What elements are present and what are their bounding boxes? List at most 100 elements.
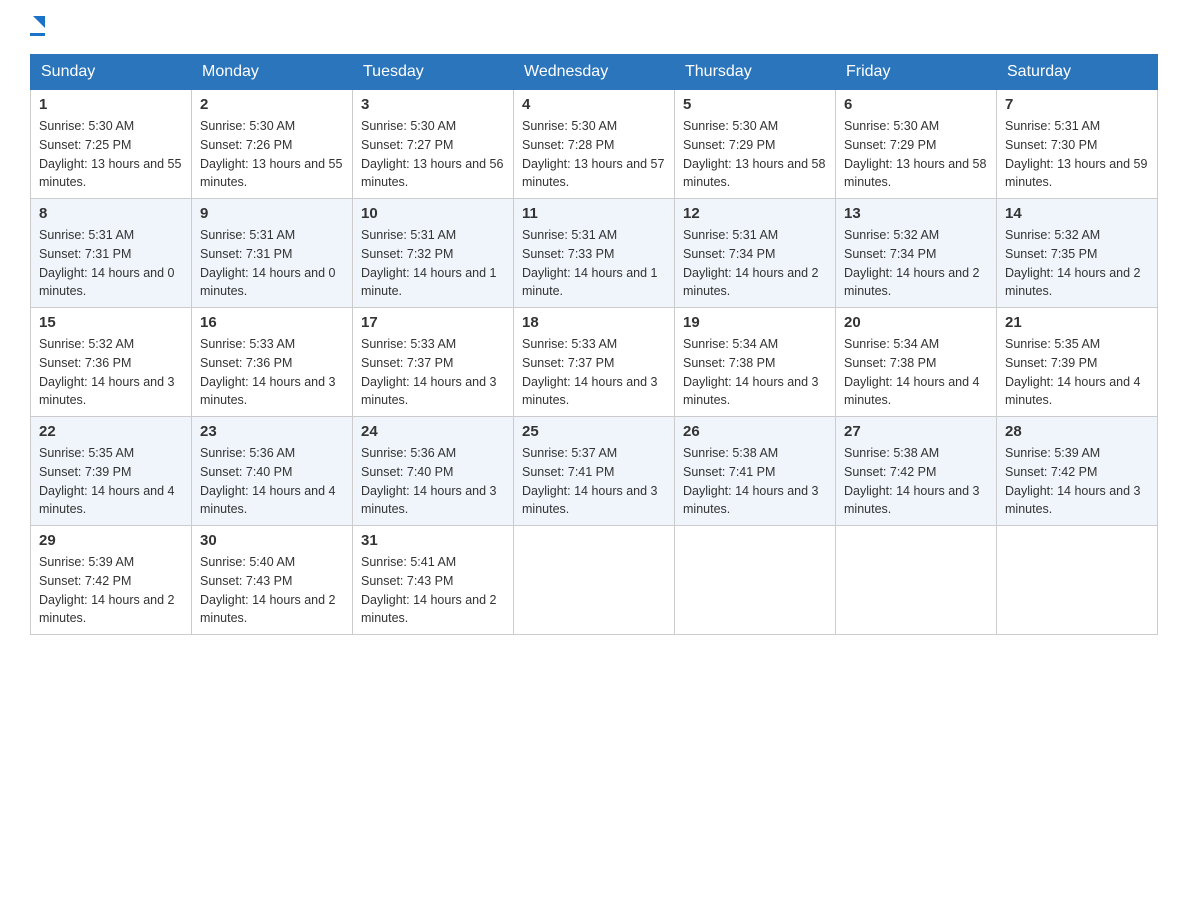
day-info: Sunrise: 5:30 AMSunset: 7:25 PMDaylight:… (39, 117, 183, 192)
day-number: 5 (683, 96, 827, 113)
day-number: 22 (39, 423, 183, 440)
day-number: 24 (361, 423, 505, 440)
day-number: 28 (1005, 423, 1149, 440)
day-info: Sunrise: 5:36 AMSunset: 7:40 PMDaylight:… (361, 444, 505, 519)
day-number: 6 (844, 96, 988, 113)
calendar-cell: 30 Sunrise: 5:40 AMSunset: 7:43 PMDaylig… (192, 526, 353, 635)
logo (30, 20, 45, 36)
calendar-cell: 21 Sunrise: 5:35 AMSunset: 7:39 PMDaylig… (997, 308, 1158, 417)
day-number: 18 (522, 314, 666, 331)
day-number: 16 (200, 314, 344, 331)
day-info: Sunrise: 5:39 AMSunset: 7:42 PMDaylight:… (1005, 444, 1149, 519)
day-info: Sunrise: 5:34 AMSunset: 7:38 PMDaylight:… (683, 335, 827, 410)
calendar-cell: 29 Sunrise: 5:39 AMSunset: 7:42 PMDaylig… (31, 526, 192, 635)
weekday-header-saturday: Saturday (997, 55, 1158, 90)
day-number: 9 (200, 205, 344, 222)
day-info: Sunrise: 5:35 AMSunset: 7:39 PMDaylight:… (39, 444, 183, 519)
day-number: 19 (683, 314, 827, 331)
calendar-week-row: 8 Sunrise: 5:31 AMSunset: 7:31 PMDayligh… (31, 199, 1158, 308)
day-number: 12 (683, 205, 827, 222)
day-number: 14 (1005, 205, 1149, 222)
day-info: Sunrise: 5:31 AMSunset: 7:34 PMDaylight:… (683, 226, 827, 301)
calendar-cell: 22 Sunrise: 5:35 AMSunset: 7:39 PMDaylig… (31, 417, 192, 526)
day-info: Sunrise: 5:30 AMSunset: 7:29 PMDaylight:… (683, 117, 827, 192)
day-info: Sunrise: 5:31 AMSunset: 7:30 PMDaylight:… (1005, 117, 1149, 192)
day-number: 13 (844, 205, 988, 222)
day-number: 30 (200, 532, 344, 549)
day-info: Sunrise: 5:32 AMSunset: 7:35 PMDaylight:… (1005, 226, 1149, 301)
calendar-cell: 31 Sunrise: 5:41 AMSunset: 7:43 PMDaylig… (353, 526, 514, 635)
day-number: 25 (522, 423, 666, 440)
day-number: 15 (39, 314, 183, 331)
calendar-cell: 15 Sunrise: 5:32 AMSunset: 7:36 PMDaylig… (31, 308, 192, 417)
day-info: Sunrise: 5:37 AMSunset: 7:41 PMDaylight:… (522, 444, 666, 519)
calendar-cell: 28 Sunrise: 5:39 AMSunset: 7:42 PMDaylig… (997, 417, 1158, 526)
day-info: Sunrise: 5:38 AMSunset: 7:41 PMDaylight:… (683, 444, 827, 519)
day-number: 20 (844, 314, 988, 331)
day-info: Sunrise: 5:38 AMSunset: 7:42 PMDaylight:… (844, 444, 988, 519)
calendar-cell: 3 Sunrise: 5:30 AMSunset: 7:27 PMDayligh… (353, 90, 514, 199)
calendar-cell: 5 Sunrise: 5:30 AMSunset: 7:29 PMDayligh… (675, 90, 836, 199)
calendar-cell: 1 Sunrise: 5:30 AMSunset: 7:25 PMDayligh… (31, 90, 192, 199)
calendar-cell: 26 Sunrise: 5:38 AMSunset: 7:41 PMDaylig… (675, 417, 836, 526)
day-info: Sunrise: 5:40 AMSunset: 7:43 PMDaylight:… (200, 553, 344, 628)
calendar-cell: 10 Sunrise: 5:31 AMSunset: 7:32 PMDaylig… (353, 199, 514, 308)
calendar-cell: 11 Sunrise: 5:31 AMSunset: 7:33 PMDaylig… (514, 199, 675, 308)
calendar-cell (997, 526, 1158, 635)
calendar-cell: 27 Sunrise: 5:38 AMSunset: 7:42 PMDaylig… (836, 417, 997, 526)
weekday-header-tuesday: Tuesday (353, 55, 514, 90)
day-number: 11 (522, 205, 666, 222)
calendar-cell: 13 Sunrise: 5:32 AMSunset: 7:34 PMDaylig… (836, 199, 997, 308)
calendar-cell: 25 Sunrise: 5:37 AMSunset: 7:41 PMDaylig… (514, 417, 675, 526)
day-info: Sunrise: 5:30 AMSunset: 7:28 PMDaylight:… (522, 117, 666, 192)
day-info: Sunrise: 5:34 AMSunset: 7:38 PMDaylight:… (844, 335, 988, 410)
calendar-cell: 7 Sunrise: 5:31 AMSunset: 7:30 PMDayligh… (997, 90, 1158, 199)
calendar-cell: 24 Sunrise: 5:36 AMSunset: 7:40 PMDaylig… (353, 417, 514, 526)
day-info: Sunrise: 5:30 AMSunset: 7:26 PMDaylight:… (200, 117, 344, 192)
day-number: 26 (683, 423, 827, 440)
day-number: 31 (361, 532, 505, 549)
calendar-cell: 4 Sunrise: 5:30 AMSunset: 7:28 PMDayligh… (514, 90, 675, 199)
weekday-header-monday: Monday (192, 55, 353, 90)
calendar-cell: 6 Sunrise: 5:30 AMSunset: 7:29 PMDayligh… (836, 90, 997, 199)
weekday-header-thursday: Thursday (675, 55, 836, 90)
calendar-cell: 9 Sunrise: 5:31 AMSunset: 7:31 PMDayligh… (192, 199, 353, 308)
calendar-cell: 20 Sunrise: 5:34 AMSunset: 7:38 PMDaylig… (836, 308, 997, 417)
calendar-week-row: 22 Sunrise: 5:35 AMSunset: 7:39 PMDaylig… (31, 417, 1158, 526)
day-number: 27 (844, 423, 988, 440)
day-info: Sunrise: 5:32 AMSunset: 7:36 PMDaylight:… (39, 335, 183, 410)
calendar-cell (514, 526, 675, 635)
day-number: 7 (1005, 96, 1149, 113)
day-number: 29 (39, 532, 183, 549)
weekday-header-friday: Friday (836, 55, 997, 90)
calendar-cell: 14 Sunrise: 5:32 AMSunset: 7:35 PMDaylig… (997, 199, 1158, 308)
day-info: Sunrise: 5:35 AMSunset: 7:39 PMDaylight:… (1005, 335, 1149, 410)
calendar-cell: 2 Sunrise: 5:30 AMSunset: 7:26 PMDayligh… (192, 90, 353, 199)
day-info: Sunrise: 5:32 AMSunset: 7:34 PMDaylight:… (844, 226, 988, 301)
calendar-cell: 19 Sunrise: 5:34 AMSunset: 7:38 PMDaylig… (675, 308, 836, 417)
calendar-cell: 23 Sunrise: 5:36 AMSunset: 7:40 PMDaylig… (192, 417, 353, 526)
day-number: 2 (200, 96, 344, 113)
day-info: Sunrise: 5:33 AMSunset: 7:36 PMDaylight:… (200, 335, 344, 410)
day-info: Sunrise: 5:31 AMSunset: 7:31 PMDaylight:… (39, 226, 183, 301)
day-info: Sunrise: 5:39 AMSunset: 7:42 PMDaylight:… (39, 553, 183, 628)
calendar-cell: 12 Sunrise: 5:31 AMSunset: 7:34 PMDaylig… (675, 199, 836, 308)
weekday-header-row: SundayMondayTuesdayWednesdayThursdayFrid… (31, 55, 1158, 90)
day-info: Sunrise: 5:36 AMSunset: 7:40 PMDaylight:… (200, 444, 344, 519)
day-info: Sunrise: 5:30 AMSunset: 7:29 PMDaylight:… (844, 117, 988, 192)
logo-underline (30, 33, 45, 36)
page-header (30, 20, 1158, 36)
calendar-cell: 8 Sunrise: 5:31 AMSunset: 7:31 PMDayligh… (31, 199, 192, 308)
day-info: Sunrise: 5:33 AMSunset: 7:37 PMDaylight:… (361, 335, 505, 410)
day-number: 23 (200, 423, 344, 440)
calendar-week-row: 29 Sunrise: 5:39 AMSunset: 7:42 PMDaylig… (31, 526, 1158, 635)
weekday-header-sunday: Sunday (31, 55, 192, 90)
calendar-table: SundayMondayTuesdayWednesdayThursdayFrid… (30, 54, 1158, 635)
calendar-cell (675, 526, 836, 635)
day-info: Sunrise: 5:31 AMSunset: 7:31 PMDaylight:… (200, 226, 344, 301)
calendar-cell: 17 Sunrise: 5:33 AMSunset: 7:37 PMDaylig… (353, 308, 514, 417)
calendar-week-row: 15 Sunrise: 5:32 AMSunset: 7:36 PMDaylig… (31, 308, 1158, 417)
day-number: 21 (1005, 314, 1149, 331)
day-info: Sunrise: 5:31 AMSunset: 7:32 PMDaylight:… (361, 226, 505, 301)
day-info: Sunrise: 5:31 AMSunset: 7:33 PMDaylight:… (522, 226, 666, 301)
